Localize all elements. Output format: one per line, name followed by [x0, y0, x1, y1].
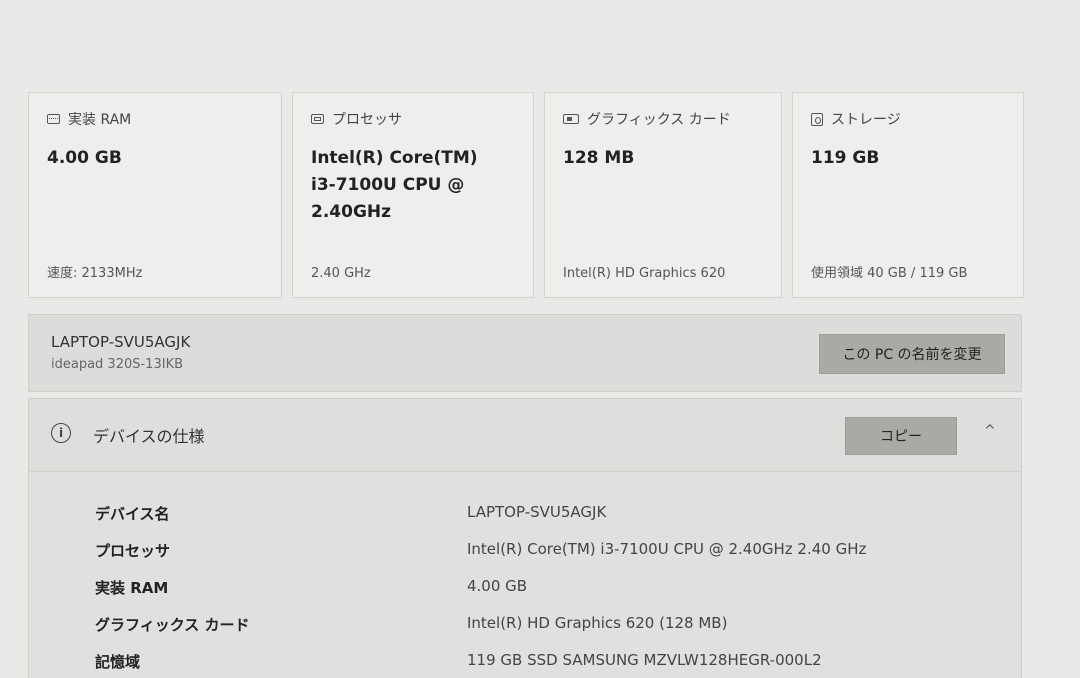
spec-label: プロセッサ: [95, 542, 171, 560]
card-processor: プロセッサ Intel(R) Core(TM) i3-7100U CPU @ 2…: [292, 92, 534, 298]
spec-row-ram: 実装 RAM 4.00 GB: [95, 577, 527, 598]
spec-label: デバイス名: [95, 505, 170, 523]
device-specs-header[interactable]: i デバイスの仕様 コピー ^: [29, 399, 1021, 472]
card-ram-footer: 速度: 2133MHz: [47, 266, 143, 281]
card-processor-title: プロセッサ: [332, 112, 402, 128]
card-processor-value: Intel(R) Core(TM) i3-7100U CPU @ 2.40GHz: [311, 148, 478, 222]
card-ram-title: 実装 RAM: [68, 112, 132, 128]
graphics-card-icon: [563, 114, 579, 124]
card-graphics-title: グラフィックス カード: [587, 112, 731, 128]
spec-label: 実装 RAM: [95, 579, 169, 597]
card-storage-title: ストレージ: [831, 112, 901, 128]
spec-row-device-name: デバイス名 LAPTOP-SVU5AGJK: [95, 503, 606, 524]
spec-row-storage: 記憶域 119 GB SSD SAMSUNG MZVLW128HEGR-000L…: [95, 651, 822, 672]
card-graphics-footer: Intel(R) HD Graphics 620: [563, 266, 726, 281]
spec-label: 記憶域: [95, 653, 141, 671]
card-graphics-value: 128 MB: [563, 148, 635, 168]
copy-button[interactable]: コピー: [845, 417, 957, 455]
device-name-panel: LAPTOP-SVU5AGJK ideapad 320S-13IKB この PC…: [28, 314, 1022, 392]
ram-icon: [47, 114, 60, 124]
pc-model: ideapad 320S-13IKB: [51, 357, 184, 372]
pc-name: LAPTOP-SVU5AGJK: [51, 333, 191, 351]
info-icon: i: [51, 423, 71, 443]
card-storage: ストレージ 119 GB 使用領域 40 GB / 119 GB: [792, 92, 1024, 298]
rename-pc-button[interactable]: この PC の名前を変更: [819, 334, 1005, 374]
spec-value: Intel(R) HD Graphics 620 (128 MB): [467, 614, 728, 632]
spec-value: 4.00 GB: [467, 577, 528, 595]
card-ram-value: 4.00 GB: [47, 148, 122, 168]
device-specs-title: デバイスの仕様: [93, 427, 205, 446]
card-storage-footer: 使用領域 40 GB / 119 GB: [811, 266, 968, 281]
spec-row-processor: プロセッサ Intel(R) Core(TM) i3-7100U CPU @ 2…: [95, 540, 866, 561]
device-specs-panel: i デバイスの仕様 コピー ^ デバイス名 LAPTOP-SVU5AGJK プロ…: [28, 398, 1022, 678]
card-ram: 実装 RAM 4.00 GB 速度: 2133MHz: [28, 92, 282, 298]
storage-icon: [811, 112, 823, 126]
chevron-up-icon[interactable]: ^: [984, 423, 996, 439]
spec-value: LAPTOP-SVU5AGJK: [467, 503, 607, 521]
spec-value: Intel(R) Core(TM) i3-7100U CPU @ 2.40GHz…: [467, 540, 867, 558]
spec-row-graphics: グラフィックス カード Intel(R) HD Graphics 620 (12…: [95, 614, 727, 635]
card-graphics: グラフィックス カード 128 MB Intel(R) HD Graphics …: [544, 92, 782, 298]
card-processor-footer: 2.40 GHz: [311, 266, 371, 281]
card-storage-value: 119 GB: [811, 148, 880, 168]
cpu-icon: [311, 114, 324, 124]
spec-label: グラフィックス カード: [95, 616, 250, 634]
spec-value: 119 GB SSD SAMSUNG MZVLW128HEGR-000L2: [467, 651, 822, 669]
